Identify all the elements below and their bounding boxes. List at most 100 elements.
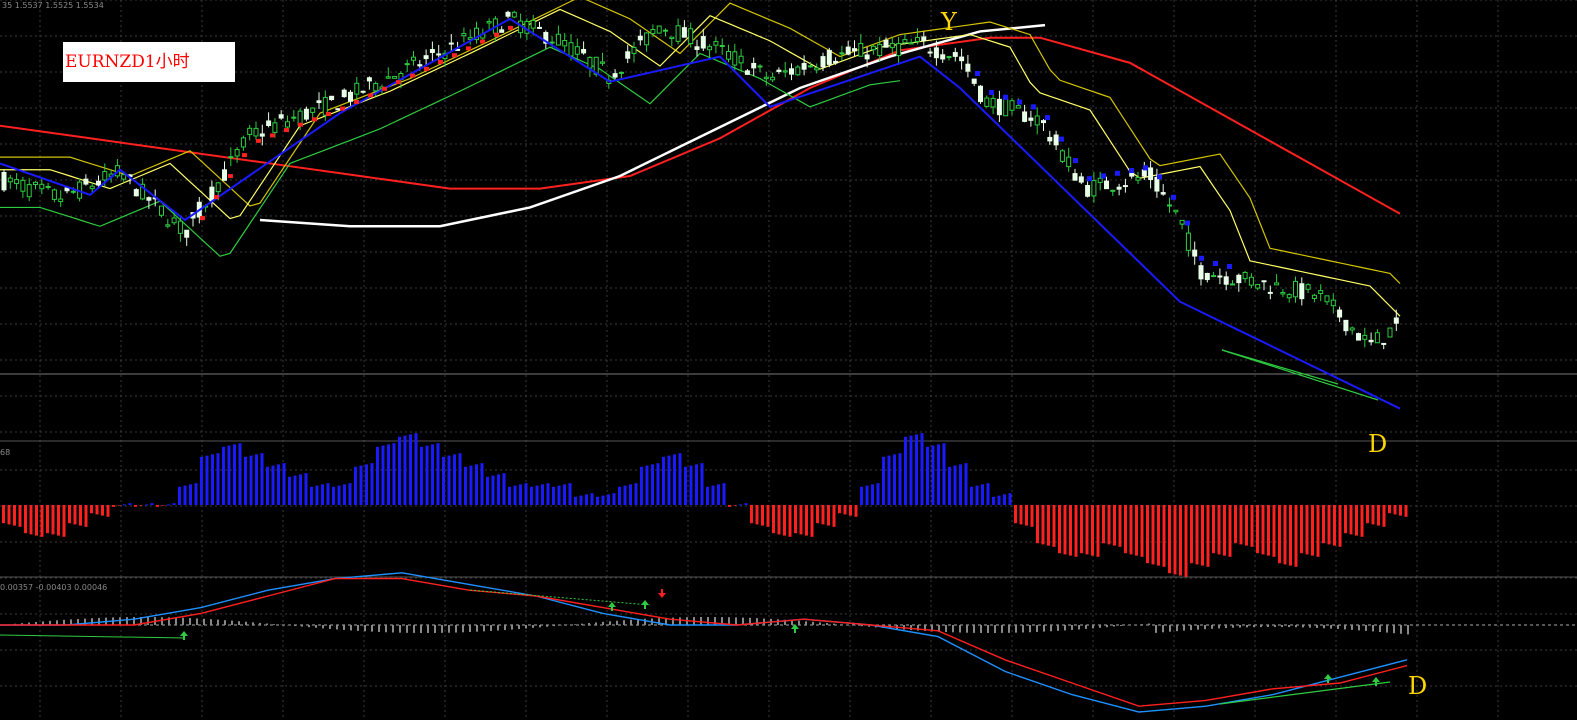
candle-body [102,171,108,181]
histogram-bar [282,463,286,505]
candle-body [549,41,555,44]
macd-bar [1078,625,1080,630]
trail-stop-blue [989,89,994,95]
candle-body [707,46,713,51]
histogram-bar [541,484,544,505]
histogram-bar [2,505,5,524]
histogram-bar [486,476,489,505]
candle-body [266,120,272,127]
histogram-bar [310,486,313,505]
histogram-bar [761,505,764,526]
candle-body [1179,219,1185,225]
macd-bar [406,625,408,633]
candle-body [789,68,794,75]
histogram-bar [1025,505,1028,526]
histogram-bar [1135,505,1138,556]
macd-bar [301,625,303,627]
histogram-bar [1327,505,1331,545]
macd-bar [966,625,968,633]
macd-bar [210,619,212,625]
macd-bar [1113,625,1115,627]
histogram-bar [1322,505,1325,544]
histogram-bar [365,464,368,505]
candle-body [354,82,360,95]
candle-body [952,52,958,57]
macd-bar [1001,625,1003,633]
histogram-bar [931,445,935,505]
candle-body [637,35,643,41]
histogram-bar [403,435,407,505]
marker-d-osc: D [1408,672,1428,700]
histogram-bar [893,454,896,505]
histogram-bar [1052,505,1056,547]
candle-body [1072,173,1078,181]
histogram-bar [992,496,995,505]
histogram-bar [134,505,137,507]
macd-bar [1036,625,1038,632]
macd-bar [623,620,625,625]
candle-body [1204,272,1210,281]
histogram-bar [1338,505,1342,547]
candle-body [1368,339,1374,343]
candle-body [385,76,391,79]
macd-line-blue [0,572,1408,713]
macd-bar [1344,625,1346,630]
histogram-bar [68,505,71,524]
histogram-bar [860,486,863,505]
histogram-bar [1162,505,1166,567]
macd-bar [833,623,835,625]
histogram-bar [1003,494,1006,505]
histogram-bar [1113,505,1116,546]
histogram-bar [1008,493,1012,505]
trail-stop-red [312,117,317,122]
trail-stop-red [494,32,499,37]
trail-stop-blue [1115,170,1120,176]
histogram-bar [1195,505,1199,565]
candle-body [940,54,946,60]
histogram-bar [1333,505,1336,546]
candle-body [1053,134,1059,146]
histogram-bar [315,485,319,505]
candle-body [763,76,769,80]
candle-body [177,220,183,234]
candle-body [568,42,574,57]
trail-stop-red [438,60,443,65]
candle-body [20,179,26,192]
candle-body [883,39,889,48]
trail-stop-blue [1031,104,1036,110]
trail-stop-blue [1003,94,1008,100]
candle-body [1299,283,1305,300]
candle-body [1192,249,1198,257]
histogram-bar [101,505,104,516]
candle-body [644,32,650,46]
candle-body [1034,115,1040,126]
candle-body [348,91,353,102]
trail-stop-red [466,46,471,51]
macd-bar [385,625,387,633]
histogram-bar [1228,505,1232,557]
candle-body [240,137,246,148]
histogram-bar [139,505,143,506]
macd-bar [812,621,814,625]
histogram-bar [898,453,902,505]
candle-body [96,180,101,186]
histogram-bar [1377,505,1380,526]
histogram-bar [1118,505,1122,547]
candle-body [215,182,221,193]
macd-bar [1085,625,1087,629]
histogram-bar [563,484,566,505]
candle-body [1141,169,1147,177]
histogram-bar [244,456,247,505]
candle-body [272,122,278,133]
candle-body [782,70,788,73]
macd-bar [1148,623,1150,625]
macd-bar [994,625,996,633]
macd-bar [434,625,436,633]
histogram-bar [1107,505,1111,545]
histogram-bar [915,434,918,505]
candle-body [1293,280,1298,298]
histogram-bar [1014,505,1017,524]
histogram-bar [172,503,176,505]
candle-body [392,75,398,79]
histogram-bar [1151,505,1155,565]
